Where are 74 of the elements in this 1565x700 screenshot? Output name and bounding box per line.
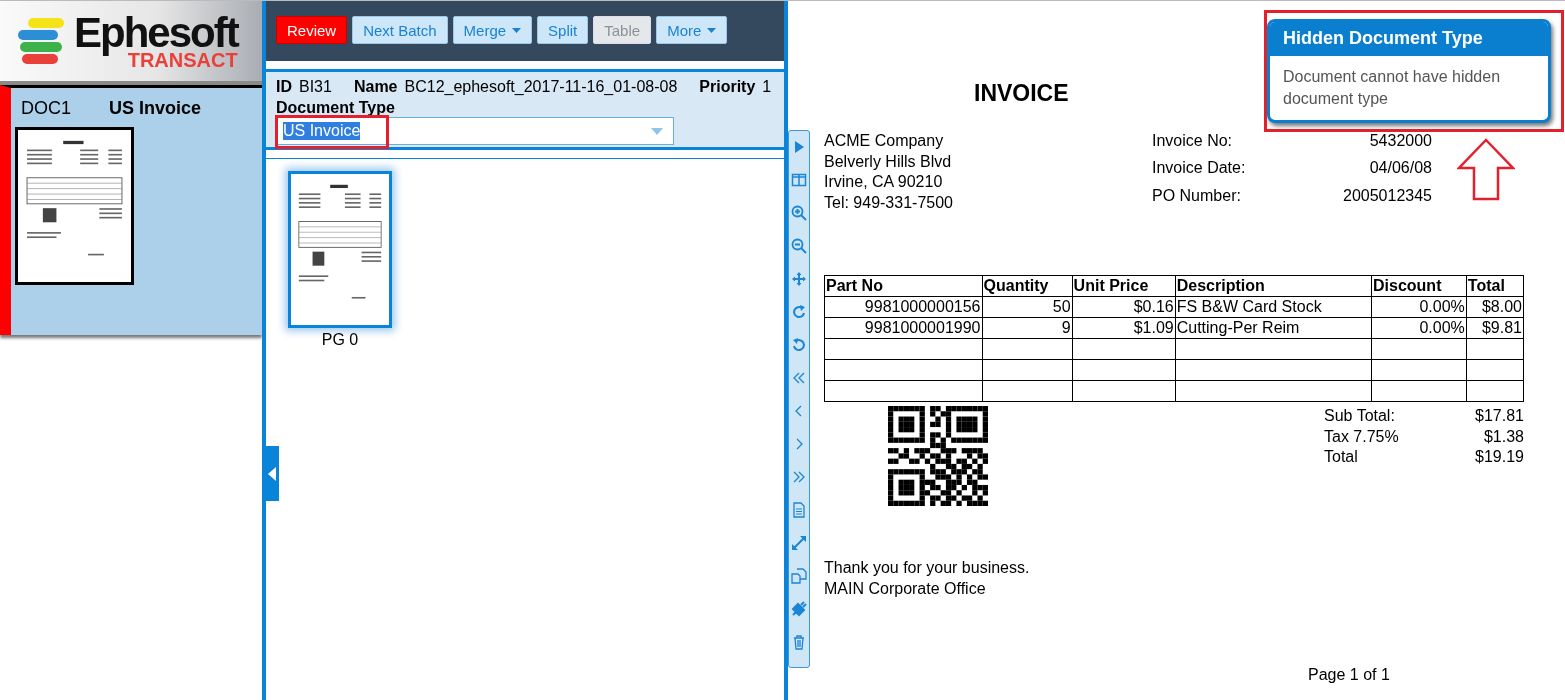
toolbar-button[interactable]: Split [537, 16, 589, 44]
column-header: Unit Price [1072, 275, 1176, 297]
last-page-icon[interactable] [791, 469, 807, 485]
meta-value: 04/06/08 [1368, 158, 1432, 179]
rotate-right-icon[interactable] [791, 304, 807, 320]
toolbar-button[interactable]: Merge [452, 16, 533, 44]
plug-icon[interactable] [791, 601, 807, 617]
table-cell: Cutting-Per Reim [1175, 317, 1372, 339]
page-thumbnail[interactable] [15, 127, 134, 285]
page-label: PG 0 [321, 331, 359, 349]
table-cell: FS B&W Card Stock [1175, 296, 1372, 318]
table-cell: 9981000001990 [824, 317, 982, 339]
rotate-left-icon[interactable] [791, 337, 807, 353]
table-cell: 9 [982, 317, 1073, 339]
table-cell: $0.16 [1072, 296, 1176, 318]
table-cell: $9.81 [1466, 317, 1524, 339]
toolbar-button[interactable]: More [656, 16, 728, 44]
total-label: Tax 7.75% [1324, 426, 1400, 447]
caret-icon [707, 27, 717, 33]
move-icon[interactable] [791, 271, 807, 287]
document-icon[interactable] [791, 502, 807, 518]
split-view-icon[interactable] [791, 172, 807, 188]
footer-line: Thank you for your business. [824, 558, 1031, 578]
copy-icon[interactable] [791, 568, 807, 584]
caret-icon [512, 27, 522, 33]
meta-label: PO Number: [1152, 185, 1242, 206]
arrow-icon [1457, 138, 1515, 201]
trash-icon[interactable] [791, 634, 807, 650]
column-header: Description [1175, 275, 1372, 297]
column-header: Part No [824, 275, 982, 297]
table-cell: $1.09 [1072, 317, 1176, 339]
zoom-out-icon[interactable] [791, 238, 807, 254]
tooltip-message: Document cannot have hidden document type [1282, 67, 1502, 109]
footer-line: MAIN Corporate Office [824, 578, 987, 599]
zoom-in-icon[interactable] [791, 205, 807, 221]
field-label: Document Type [276, 99, 396, 117]
invoice-title: INVOICE [974, 80, 1069, 107]
total-value: $17.81 [1474, 406, 1524, 426]
expand-icon[interactable] [791, 535, 807, 551]
column-header: Total [1466, 275, 1524, 297]
batch-field: Priority 1 [699, 78, 772, 96]
toolbar-button[interactable]: Review [276, 16, 348, 44]
meta-value: 5432000 [1368, 131, 1432, 151]
toolbar-button[interactable]: Next Batch [352, 16, 448, 44]
page-number: Page 1 of 1 [1308, 666, 1390, 684]
meta-label: Invoice No: [1152, 131, 1234, 151]
address-line: Tel: 949-331-7500 [824, 192, 954, 213]
document-id: DOC1 [21, 98, 71, 119]
page-thumbnail[interactable] [288, 171, 392, 328]
batch-field: ID BI31 [276, 78, 332, 96]
tooltip-title: Hidden Document Type [1270, 22, 1548, 56]
total-value: $19.19 [1474, 447, 1524, 467]
total-label: Total [1324, 447, 1359, 467]
logo-name: Ephesoft [74, 12, 238, 54]
first-page-icon[interactable] [791, 370, 807, 386]
caret-icon [651, 127, 663, 135]
address-line: Belverly Hills Blvd [824, 151, 953, 172]
collapse-handle[interactable] [264, 446, 279, 501]
total-label: Sub Total: [1324, 406, 1396, 426]
batch-field: Name BC12_ephesoft_2017-11-16_01-08-08 [353, 78, 678, 96]
table-cell: 50 [982, 296, 1073, 318]
column-header: Quantity [982, 275, 1073, 297]
address-line: ACME Company [824, 131, 945, 151]
total-value: $1.38 [1482, 426, 1524, 447]
table-cell: 9981000000156 [824, 296, 982, 318]
meta-value: 2005012345 [1342, 185, 1432, 206]
address-line: Irvine, CA 90210 [824, 172, 944, 192]
table-cell: 0.00% [1371, 317, 1467, 339]
document-type: US Invoice [109, 98, 202, 119]
document-card[interactable]: DOC1 US Invoice [0, 85, 262, 335]
column-header: Discount [1371, 275, 1467, 297]
meta-label: Invoice Date: [1152, 158, 1247, 179]
table-cell: $8.00 [1466, 296, 1524, 318]
table-cell: 0.00% [1371, 296, 1467, 318]
